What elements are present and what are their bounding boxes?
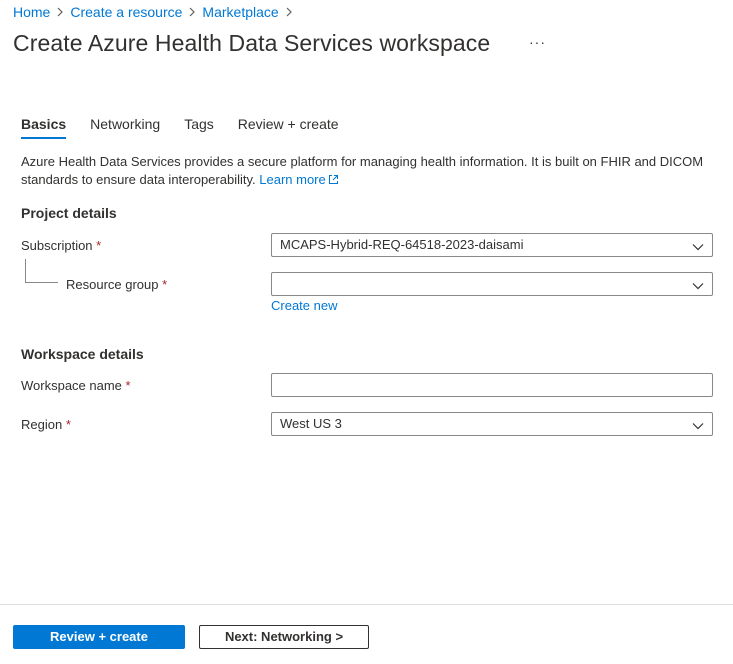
subscription-value: MCAPS-Hybrid-REQ-64518-2023-daisami [280, 237, 524, 252]
subscription-label: Subscription * [21, 238, 102, 253]
required-indicator: * [65, 417, 71, 432]
tab-networking[interactable]: Networking [90, 116, 160, 139]
workspace-details-heading: Workspace details [21, 346, 144, 362]
region-dropdown[interactable]: West US 3 [271, 412, 713, 436]
workspace-name-input[interactable] [271, 373, 713, 397]
tab-bar: Basics Networking Tags Review + create [21, 116, 363, 139]
workspace-name-label: Workspace name * [21, 378, 131, 393]
breadcrumb: Home Create a resource Marketplace [13, 3, 299, 21]
learn-more-link[interactable]: Learn more [259, 172, 338, 187]
tab-basics[interactable]: Basics [21, 116, 67, 139]
create-new-resource-group-link[interactable]: Create new [271, 298, 337, 313]
subscription-dropdown[interactable]: MCAPS-Hybrid-REQ-64518-2023-daisami [271, 233, 713, 257]
project-details-heading: Project details [21, 205, 117, 221]
chevron-right-icon [286, 7, 292, 17]
footer-divider [0, 604, 733, 605]
chevron-down-icon [692, 418, 704, 433]
intro-description: Azure Health Data Services provides a se… [21, 153, 721, 190]
breadcrumb-create-resource[interactable]: Create a resource [70, 4, 182, 20]
page-title: Create Azure Health Data Services worksp… [13, 30, 491, 56]
resource-group-label: Resource group * [66, 277, 168, 292]
breadcrumb-home[interactable]: Home [13, 4, 50, 20]
more-options-button[interactable]: ··· [529, 34, 546, 50]
chevron-down-icon [692, 278, 704, 293]
resource-group-dropdown[interactable] [271, 272, 713, 296]
required-indicator: * [125, 378, 131, 393]
required-indicator: * [96, 238, 102, 253]
breadcrumb-marketplace[interactable]: Marketplace [202, 4, 278, 20]
chevron-down-icon [692, 239, 704, 254]
hierarchy-connector [25, 259, 58, 283]
tab-tags[interactable]: Tags [184, 116, 214, 139]
region-label: Region * [21, 417, 71, 432]
required-indicator: * [162, 277, 168, 292]
chevron-right-icon [57, 7, 64, 17]
review-create-button[interactable]: Review + create [13, 625, 185, 649]
external-link-icon [328, 172, 339, 190]
next-networking-button[interactable]: Next: Networking > [199, 625, 369, 649]
chevron-right-icon [189, 7, 196, 17]
intro-text: Azure Health Data Services provides a se… [21, 154, 704, 187]
tab-review-create[interactable]: Review + create [238, 116, 339, 139]
region-value: West US 3 [280, 416, 342, 431]
